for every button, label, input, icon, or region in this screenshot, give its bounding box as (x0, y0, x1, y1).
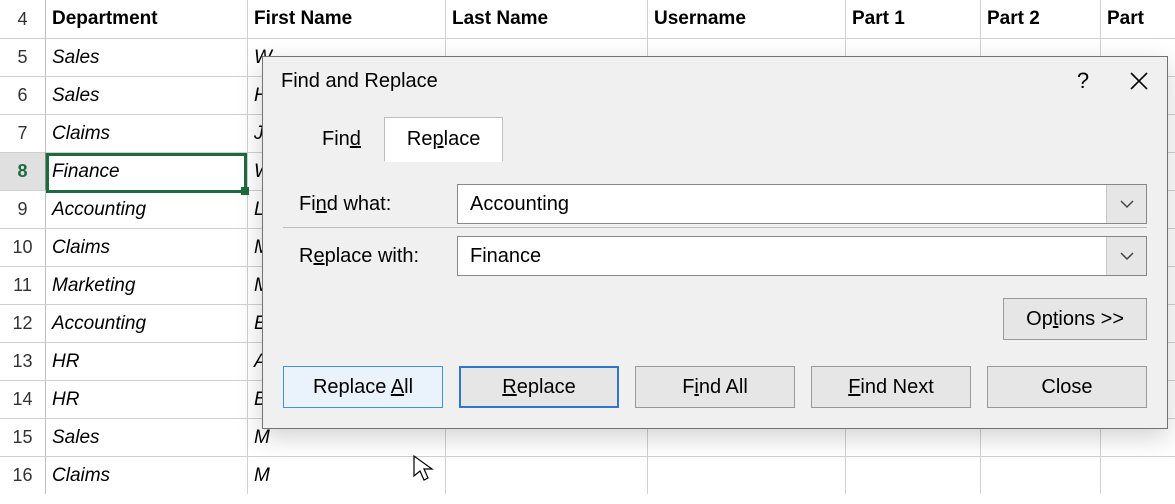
find-next-button[interactable]: Find Next (811, 366, 971, 408)
tab-find[interactable]: Find (299, 117, 384, 162)
find-what-combo (457, 184, 1147, 224)
cell-department[interactable]: Accounting (46, 304, 248, 342)
find-all-label: Find All (682, 376, 748, 399)
row-header[interactable]: 14 (0, 380, 46, 418)
cell-department[interactable]: Sales (46, 418, 248, 456)
cell[interactable] (648, 456, 846, 494)
row-header[interactable]: 10 (0, 228, 46, 266)
cell-department[interactable]: HR (46, 380, 248, 418)
close-button[interactable]: Close (987, 366, 1147, 408)
cell[interactable] (1101, 456, 1175, 494)
table-row: 16 Claims M (0, 456, 1175, 494)
replace-label: Replace (502, 376, 575, 399)
row-header[interactable]: 12 (0, 304, 46, 342)
cell[interactable] (846, 456, 981, 494)
close-label: Close (1041, 376, 1092, 399)
cell-department[interactable]: Claims (46, 456, 248, 494)
dialog-titlebar[interactable]: Find and Replace ? (263, 57, 1167, 105)
find-what-input[interactable] (458, 185, 1106, 223)
cell-department[interactable]: Sales (46, 76, 248, 114)
find-what-label: Find what: (299, 193, 457, 216)
help-button[interactable]: ? (1055, 57, 1111, 105)
dialog-title: Find and Replace (281, 70, 438, 93)
replace-button[interactable]: Replace (459, 366, 619, 408)
col-header-part2[interactable]: Part 2 (981, 0, 1101, 38)
options-label: Options >> (1026, 308, 1124, 331)
replace-with-dropdown-button[interactable] (1106, 237, 1146, 275)
tab-find-label: Find (322, 128, 361, 150)
col-header-firstname[interactable]: First Name (248, 0, 446, 38)
cell-department[interactable]: Marketing (46, 266, 248, 304)
find-replace-dialog: Find and Replace ? Find Replace Find wha… (262, 56, 1168, 429)
replace-with-combo (457, 236, 1147, 276)
cell-department[interactable]: Accounting (46, 190, 248, 228)
find-what-dropdown-button[interactable] (1106, 185, 1146, 223)
cell[interactable] (981, 456, 1101, 494)
find-next-label: Find Next (848, 376, 934, 399)
replace-with-input[interactable] (458, 237, 1106, 275)
options-button[interactable]: Options >> (1003, 298, 1147, 340)
cell-firstname[interactable]: M (248, 456, 446, 494)
row-header[interactable]: 4 (0, 0, 46, 38)
tab-replace-label: Replace (407, 128, 480, 150)
row-header[interactable]: 8 (0, 152, 46, 190)
row-header[interactable]: 15 (0, 418, 46, 456)
cell-department[interactable]: Sales (46, 38, 248, 76)
row-header[interactable]: 7 (0, 114, 46, 152)
row-header[interactable]: 16 (0, 456, 46, 494)
cell-department[interactable]: Finance (46, 152, 248, 190)
col-header-lastname[interactable]: Last Name (446, 0, 648, 38)
col-header-department[interactable]: Department (46, 0, 248, 38)
row-header[interactable]: 5 (0, 38, 46, 76)
chevron-down-icon (1120, 251, 1134, 261)
cell-department[interactable]: Claims (46, 114, 248, 152)
tab-replace[interactable]: Replace (384, 117, 503, 162)
cell[interactable] (446, 456, 648, 494)
cell-department[interactable]: Claims (46, 228, 248, 266)
row-header[interactable]: 6 (0, 76, 46, 114)
replace-all-button[interactable]: Replace All (283, 366, 443, 408)
find-all-button[interactable]: Find All (635, 366, 795, 408)
row-header[interactable]: 13 (0, 342, 46, 380)
row-header[interactable]: 11 (0, 266, 46, 304)
replace-all-label: Replace All (313, 376, 413, 399)
cell-department[interactable]: HR (46, 342, 248, 380)
row-header[interactable]: 9 (0, 190, 46, 228)
replace-with-label: Replace with: (299, 245, 457, 268)
close-icon[interactable] (1111, 57, 1167, 105)
col-header-part3[interactable]: Part (1101, 0, 1175, 38)
col-header-part1[interactable]: Part 1 (846, 0, 981, 38)
col-header-username[interactable]: Username (648, 0, 846, 38)
chevron-down-icon (1120, 199, 1134, 209)
